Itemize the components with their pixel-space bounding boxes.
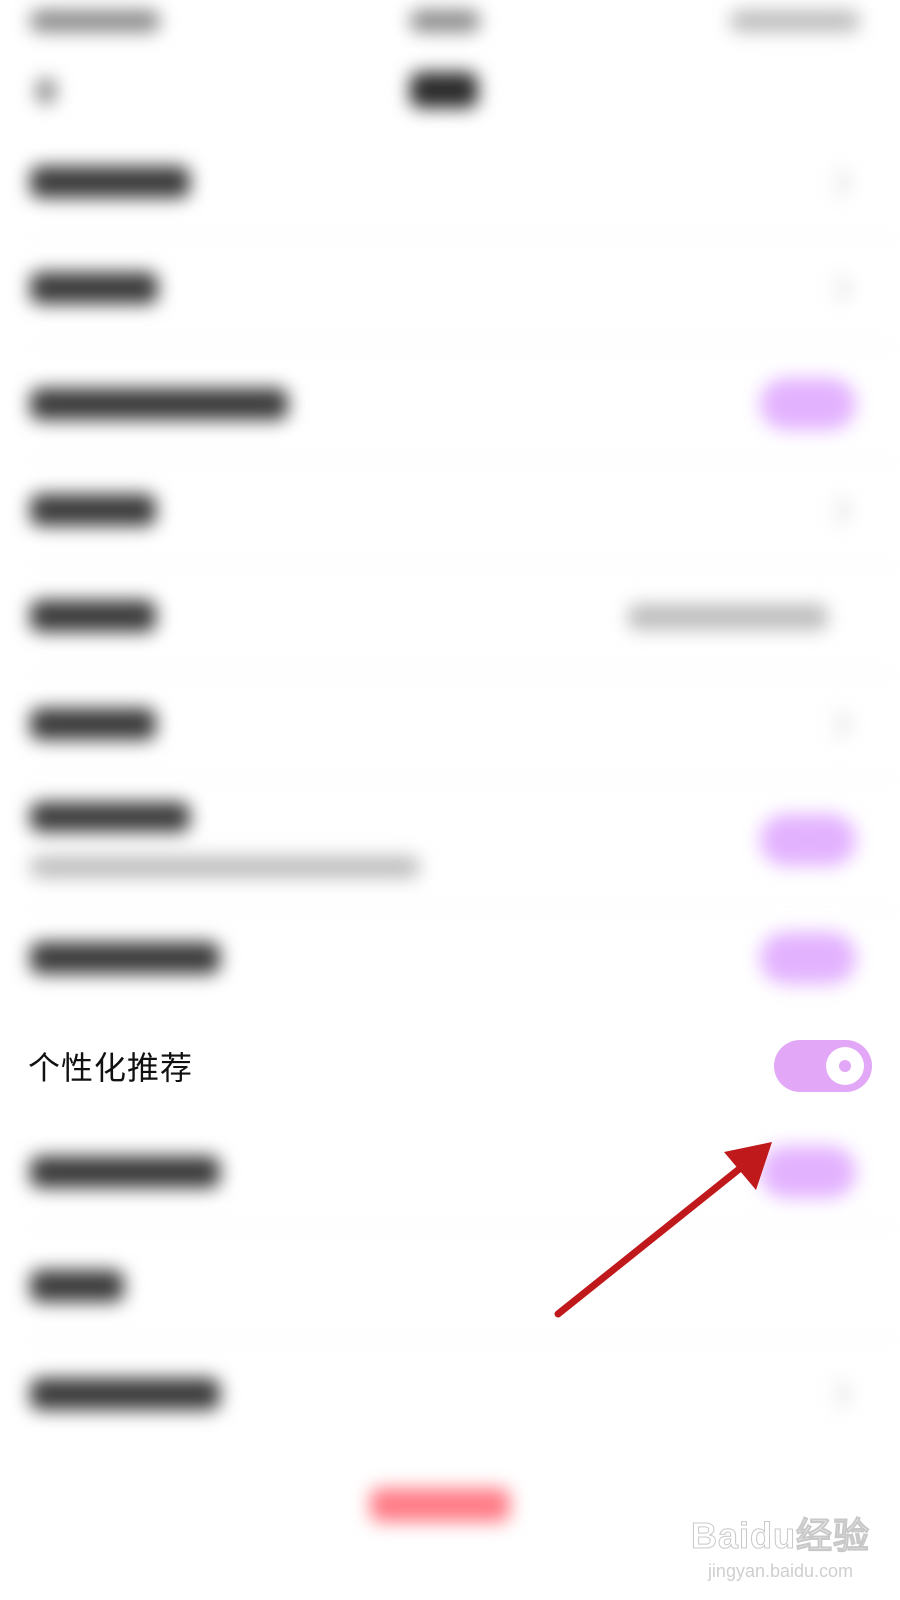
toggle-on-dot-icon [839,1060,851,1072]
personalized-recommendation-label: 个性化推荐 [28,1049,194,1087]
blurred-background [0,0,900,1600]
personalized-recommendation-toggle[interactable] [774,1040,872,1092]
watermark-url: jingyan.baidu.com [707,1561,854,1581]
toggle-knob [826,1047,864,1085]
baidu-jingyan-watermark: Baidu经验 jingyan.baidu.com [690,1507,870,1582]
watermark-brand: Baidu经验 [690,1515,870,1557]
personalized-recommendation-row: 个性化推荐 [0,1030,900,1106]
